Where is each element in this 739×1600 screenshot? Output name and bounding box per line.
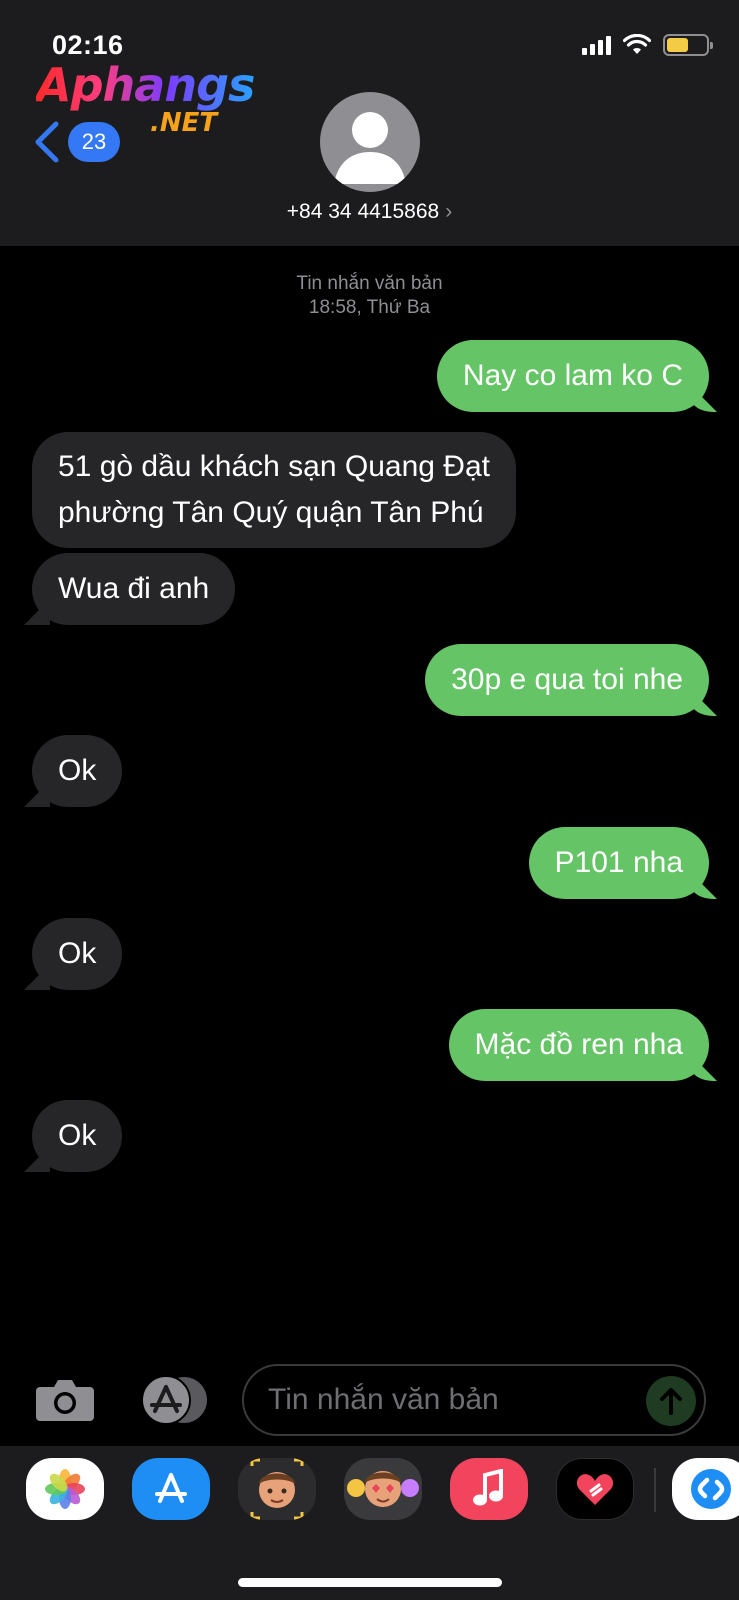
person-silhouette-icon [334,112,406,184]
contact-avatar[interactable] [320,92,420,192]
message-bubble-incoming[interactable]: Ok [32,1100,123,1172]
message-text: Ok [58,754,97,787]
app-store-button-icon[interactable] [136,1375,210,1425]
message-text: P101 nha [554,846,683,879]
message-timestamp: 18:58, Thứ Ba [308,297,431,318]
message-input[interactable] [268,1378,628,1422]
message-text: 51 gò dầu khách sạn Quang Đạt [58,450,490,483]
conversation-header: 02:16 Aphangs .NET 23 +84 34 4415868 › [0,0,739,246]
cellular-signal-icon [582,35,611,55]
message-text-line2: phường Tân Quý quận Tân Phú [58,496,484,529]
wifi-icon [623,34,651,54]
message-bubble-incoming[interactable]: 51 gò dầu khách sạn Quang Đạt phường Tân… [32,432,516,548]
message-bubble-outgoing[interactable]: P101 nha [528,827,709,899]
message-bubble-incoming[interactable]: Ok [32,735,123,807]
watermark-logo-main: Aphangs [36,58,255,112]
status-time: 02:16 [52,30,124,60]
chevron-right-icon: › [445,200,453,223]
back-button[interactable]: 23 [32,120,120,164]
drawer-divider [654,1468,656,1512]
chevron-left-icon [35,121,59,163]
memoji-icon[interactable] [238,1458,316,1520]
message-text: 30p e qua toi nhe [451,663,683,696]
status-icons [582,34,713,56]
send-button[interactable] [646,1376,696,1426]
photos-icon[interactable] [26,1458,104,1520]
contact-phone: +84 34 4415868 [286,200,440,223]
camera-icon[interactable] [34,1377,96,1423]
battery-icon [663,34,713,56]
message-input-field[interactable] [242,1364,706,1436]
message-text: Nay co lam ko C [462,359,683,392]
message-text: Ok [58,937,97,970]
message-bubble-outgoing[interactable]: Nay co lam ko C [436,340,709,412]
arrow-up-icon [660,1388,682,1415]
message-text: Mặc đồ ren nha [474,1028,683,1061]
app-store-icon[interactable] [132,1458,210,1520]
message-bubble-incoming[interactable]: Ok [32,918,123,990]
compose-bar [0,1355,739,1445]
imessage-app-drawer [0,1446,739,1600]
message-text: Wua đi anh [58,572,210,605]
thread-meta: Tin nhắn văn bản 18:58, Thứ Ba [0,272,739,320]
watermark-logo-sub: .NET [150,108,218,138]
home-indicator[interactable] [238,1578,502,1587]
message-bubble-incoming[interactable]: Wua đi anh [32,553,236,625]
message-text: Ok [58,1119,97,1152]
memoji-stickers-icon[interactable] [344,1458,422,1520]
message-type-label: Tin nhắn văn bản [296,273,443,294]
shazam-icon[interactable] [672,1458,739,1520]
message-bubble-outgoing[interactable]: 30p e qua toi nhe [425,644,709,716]
unread-count-badge: 23 [68,122,120,162]
contact-name-button[interactable]: +84 34 4415868 › [0,200,739,224]
digital-touch-icon[interactable] [556,1458,634,1520]
message-bubble-outgoing[interactable]: Mặc đồ ren nha [448,1009,709,1081]
music-icon[interactable] [450,1458,528,1520]
